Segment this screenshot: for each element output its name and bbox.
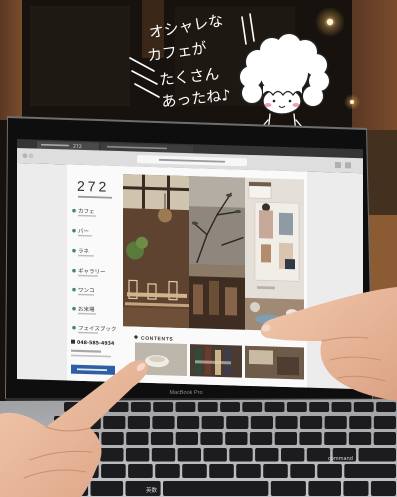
keyboard-key	[250, 416, 273, 429]
phone-icon	[71, 339, 75, 344]
photo-cafe-chairs[interactable]	[189, 264, 245, 330]
keyboard-key	[163, 481, 269, 496]
keyboard-key	[286, 402, 307, 412]
keyboard-key	[177, 448, 201, 462]
keyboard-key	[201, 416, 224, 429]
keyboard-key	[308, 481, 341, 496]
nav-item-label: ギャラリー	[78, 268, 106, 276]
nav-item-label: バー	[78, 228, 89, 235]
keyboard-key	[358, 448, 396, 462]
keyboard-key	[290, 464, 315, 478]
keyboard-key	[126, 432, 149, 445]
keyboard-key	[309, 402, 330, 412]
wooden-wall-right	[352, 0, 397, 140]
keyboard-key	[275, 416, 298, 429]
site-logo[interactable]: 272	[77, 178, 109, 195]
key-eisu-label: 英数	[146, 486, 158, 494]
keyboard-key	[353, 402, 374, 412]
keyboard-key	[300, 416, 323, 429]
nav-item-label: ラネ	[78, 248, 89, 255]
keyboard-key	[324, 416, 347, 429]
keyboard-key	[175, 402, 196, 412]
nav-item-label: ワンコ	[78, 287, 95, 294]
nav-item-label: カフェ	[78, 208, 95, 215]
keyboard-key	[306, 448, 331, 462]
keyboard-key	[299, 432, 322, 445]
keyboard-key	[373, 416, 396, 429]
keyboard-key	[200, 432, 223, 445]
keyboard-key	[130, 402, 151, 412]
keyboard-key	[150, 432, 174, 445]
keyboard-key	[101, 464, 126, 478]
keyboard-key	[155, 464, 180, 478]
keyboard-key	[249, 432, 273, 445]
photo-dolls-display[interactable]	[245, 177, 304, 300]
keyboard-key	[175, 432, 198, 445]
keyboard-key	[127, 416, 150, 429]
keyboard-key	[376, 402, 396, 412]
keyboard-key	[344, 464, 396, 478]
ceiling-light-bulb	[350, 100, 354, 104]
photo-scene: オシャレな カフェが たくさん あったね♪ 272 272 カフェ バー ラネ …	[0, 0, 397, 497]
keyboard-key	[270, 481, 306, 496]
keyboard-key	[128, 464, 153, 478]
keyboard-key	[331, 402, 352, 412]
keyboard-key	[90, 481, 124, 496]
keyboard-key	[197, 402, 218, 412]
keyboard-key	[125, 448, 150, 462]
keyboard-key	[203, 448, 227, 462]
keyboard-key	[100, 448, 124, 462]
keyboard-key	[229, 448, 253, 462]
window-pane	[30, 6, 130, 106]
browser-tab-label: 272	[73, 144, 82, 150]
character-eye	[272, 99, 276, 103]
toolbar-share-icon[interactable]	[335, 161, 341, 169]
table-surface-right	[366, 215, 397, 295]
keyboard-key	[151, 448, 176, 462]
keyboard-key	[242, 402, 263, 412]
keyboard-key	[373, 432, 396, 445]
character-eye	[288, 99, 292, 103]
ceiling-light-bulb	[326, 18, 334, 26]
key-command-label: command	[328, 456, 353, 462]
keyboard-key	[317, 464, 342, 478]
keyboard-key	[349, 416, 372, 429]
photo-cafe-interior[interactable]	[123, 174, 189, 329]
phone-number: 048-585-4934	[77, 340, 115, 347]
photo-plant-branches[interactable]	[189, 176, 245, 266]
keyboard-key	[236, 464, 261, 478]
keyboard-key	[101, 432, 124, 445]
character-cheek	[264, 103, 272, 107]
keyboard-key	[153, 402, 174, 412]
keyboard-key	[177, 416, 200, 429]
keyboard-key	[370, 481, 396, 496]
keyboard-key	[324, 432, 347, 445]
laptop: 272 272 カフェ バー ラネ ギャラリー ワンコ お米場 フェイスブック …	[5, 116, 373, 401]
laptop-model-label: MacBook Pro	[169, 390, 202, 396]
laptop-screen: 272 272 カフェ バー ラネ ギャラリー ワンコ お米場 フェイスブック …	[17, 139, 363, 390]
keyboard-key	[255, 448, 279, 462]
keyboard-key	[264, 402, 285, 412]
keyboard-key	[281, 448, 305, 462]
keyboard-key	[182, 464, 207, 478]
keyboard-key	[343, 481, 369, 496]
contents-heading: CONTENTS	[141, 336, 173, 343]
keyboard-key	[274, 432, 297, 445]
keyboard-key	[209, 464, 234, 478]
keyboard-key	[152, 416, 175, 429]
wooden-pillar-left	[0, 0, 22, 120]
keyboard-key	[220, 402, 240, 412]
contents-thumbnail-bottles[interactable]	[190, 344, 242, 378]
character-cheek	[292, 103, 300, 107]
contents-thumbnail-interior[interactable]	[245, 345, 304, 380]
keyboard-key	[225, 432, 248, 445]
keyboard-key	[348, 432, 372, 445]
keyboard-key	[263, 464, 288, 478]
keyboard-key	[103, 416, 126, 429]
keyboard-key	[226, 416, 249, 429]
toolbar-tabs-icon[interactable]	[345, 162, 351, 169]
